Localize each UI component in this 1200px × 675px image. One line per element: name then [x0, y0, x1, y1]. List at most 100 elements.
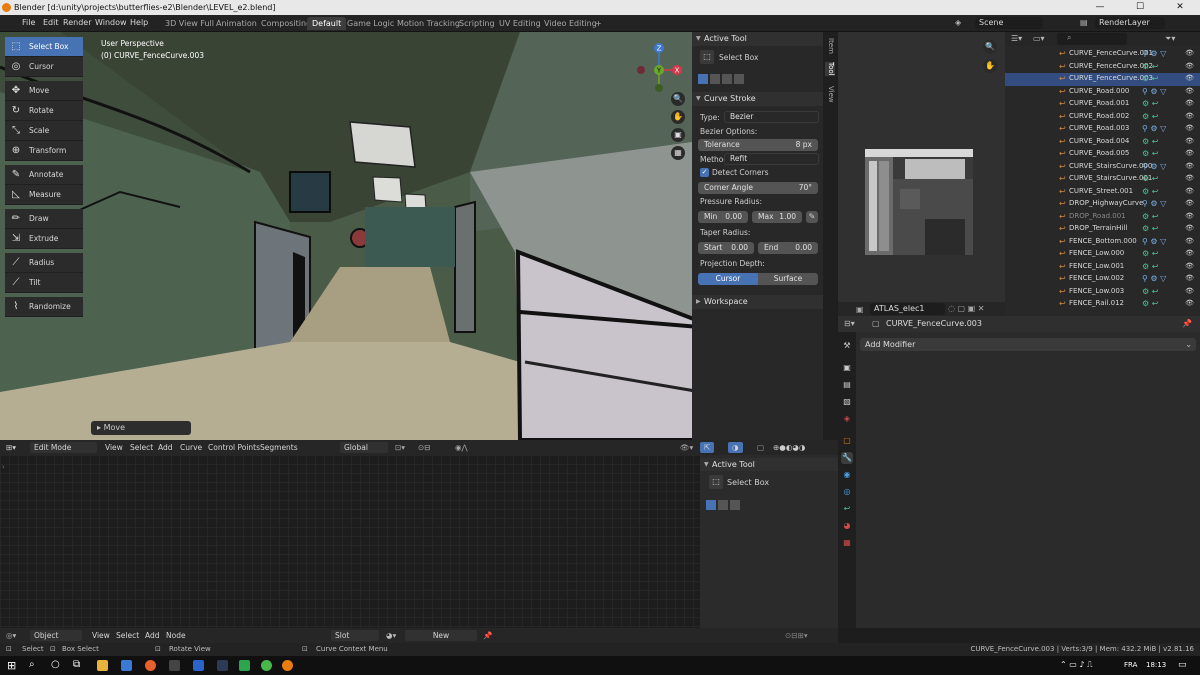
corner-angle-field[interactable]: Corner Angle 70° [698, 182, 818, 194]
visibility-eye-icon[interactable]: 👁 [1185, 237, 1194, 245]
menu-window[interactable]: Window [95, 18, 127, 27]
modifier-wrench-icon[interactable]: 🔧 [841, 452, 853, 464]
tool-randomize[interactable]: ⌇ Randomize [5, 297, 83, 317]
new-material-button[interactable]: New [405, 630, 477, 641]
pressure-max-field[interactable]: Max 1.00 [752, 211, 802, 223]
mode-set-icon[interactable] [698, 74, 708, 84]
node-selection-mode-icons[interactable] [706, 500, 746, 512]
notification-icon[interactable]: ▭ [1178, 660, 1187, 670]
visibility-eye-icon[interactable]: 👁 [1185, 199, 1194, 207]
menu-view[interactable]: View [105, 442, 123, 453]
steam-icon[interactable] [217, 660, 228, 671]
view-layer-tab-icon[interactable]: ▧ [841, 396, 853, 408]
curve-stroke-section[interactable]: ▼ Curve Stroke [692, 92, 823, 106]
tool-select-box[interactable]: ⬚ Select Box [5, 37, 83, 57]
modifier-icons[interactable]: ⚙ ↩ [1142, 112, 1158, 121]
menu-add[interactable]: Add [158, 442, 173, 453]
modifier-icons[interactable]: ⚲ ⚙ ▽ [1142, 199, 1166, 208]
3d-viewport[interactable]: ⬚ Select Box ◎ Cursor ✥ Move ↻ Rotate ⤡ Scale… [0, 32, 692, 455]
modifier-icons[interactable]: ⚙ ↩ [1142, 149, 1158, 158]
properties-editor-icon[interactable]: ⊟▾ [844, 319, 855, 328]
gizmo-toggle-icon[interactable]: ⇱ [700, 442, 715, 453]
chat-app-icon[interactable] [261, 660, 272, 671]
maximize-button[interactable]: ☐ [1120, 0, 1160, 15]
visibility-eye-icon[interactable]: 👁 [1185, 299, 1194, 307]
visibility-eye-icon[interactable]: 👁 [1185, 287, 1194, 295]
zoom-icon[interactable]: 🔍 [671, 92, 685, 106]
selection-mode-icons[interactable] [698, 74, 758, 86]
type-dropdown[interactable]: Bezier [724, 111, 819, 123]
firefox-icon[interactable] [145, 660, 156, 671]
tool-extrude[interactable]: ⇲ Extrude [5, 229, 83, 249]
menu-control-points[interactable]: Control Points [208, 442, 260, 453]
outliner-row[interactable]: ↩ FENCE_Low.002 ⚲ ⚙ ▽ 👁 [1005, 273, 1200, 286]
tool-cursor[interactable]: ◎ Cursor [5, 57, 83, 77]
modifier-icons[interactable]: ⚙ ↩ [1142, 137, 1158, 146]
orientation-selector[interactable]: Global [340, 442, 388, 453]
visibility-eye-icon[interactable]: 👁 [1185, 162, 1194, 170]
tool-draw[interactable]: ✏ Draw [5, 209, 83, 229]
select-box-tool-icon[interactable]: ⬚ [700, 50, 714, 64]
node-menu-view[interactable]: View [92, 630, 110, 641]
proportional-edit-icon[interactable]: ◉⋀ [455, 442, 468, 453]
physics-tab-icon[interactable]: ◎ [841, 486, 853, 498]
mail-icon[interactable] [121, 660, 132, 671]
windows-start-icon[interactable]: ⊞ [7, 659, 16, 672]
tab-view[interactable]: View [825, 86, 835, 103]
eyedropper-icon[interactable]: ✎ [806, 211, 818, 223]
select-box-tool-icon[interactable]: ⬚ [709, 475, 723, 489]
material-slot-selector[interactable]: Slot [331, 630, 379, 641]
outliner-row[interactable]: ↩ FENCE_Bottom.000 ⚲ ⚙ ▽ 👁 [1005, 236, 1200, 249]
outliner-search-input[interactable]: ⌕ [1057, 33, 1127, 45]
outliner-editor-icon[interactable]: ☰▾ [1011, 34, 1022, 43]
tool-transform[interactable]: ⊕ Transform [5, 141, 83, 161]
visibility-eye-icon[interactable]: 👁 [1185, 74, 1194, 82]
curve-data-tab-icon[interactable]: ↩ [841, 503, 853, 515]
media-player-icon[interactable] [169, 660, 180, 671]
outliner-row[interactable]: ↩ DROP_HighwayCurve ⚲ ⚙ ▽ 👁 [1005, 198, 1200, 211]
visibility-eye-icon[interactable]: 👁 [1185, 224, 1194, 232]
visibility-eye-icon[interactable]: 👁 [1185, 274, 1194, 282]
tab-game-logic[interactable]: Game Logic [342, 17, 399, 30]
pan-hand-icon[interactable]: ✋ [671, 110, 685, 124]
search-icon[interactable]: ⌕ [29, 659, 35, 670]
last-operator-panel[interactable]: ▸ Move [91, 421, 191, 435]
modifier-icons[interactable]: ⚙ ↩ [1142, 224, 1158, 233]
file-explorer-icon[interactable] [97, 660, 108, 671]
filter-icon[interactable]: ⏷▾ [1165, 34, 1175, 44]
modifier-icons[interactable]: ⚙ ↩ [1142, 299, 1158, 308]
taper-start-field[interactable]: Start 0.00 [698, 242, 754, 254]
tool-settings-tab-icon[interactable]: ⚒ [841, 340, 853, 352]
outliner-row[interactable]: ↩ CURVE_StairsCurve.001 ⚙ ↩ 👁 [1005, 173, 1200, 186]
close-button[interactable]: ✕ [1160, 0, 1200, 15]
scene-tab-icon[interactable]: ◈ [841, 413, 853, 425]
menu-segments[interactable]: Segments [260, 442, 298, 453]
method-dropdown[interactable]: Refit [724, 153, 819, 165]
modifier-icons[interactable]: ⚲ ⚙ ▽ [1142, 124, 1166, 133]
app-icon-green[interactable] [239, 660, 250, 671]
visibility-eye-icon[interactable]: 👁 [1185, 187, 1194, 195]
shading-modes-icon[interactable]: ⊕●◐◕◑ [773, 442, 805, 453]
modifier-icons[interactable]: ⚙ ↩ [1142, 187, 1158, 196]
xray-icon[interactable]: ▢ [757, 442, 764, 453]
render-tab-icon[interactable]: ▣ [841, 362, 853, 374]
outliner-row[interactable]: ↩ CURVE_FenceCurve.003 ⚙ ↩ 👁 [1005, 73, 1200, 86]
navigation-gizmo[interactable]: Z X Y [632, 38, 688, 98]
visibility-eye-icon[interactable]: 👁 [1185, 262, 1194, 270]
add-modifier-dropdown[interactable]: Add Modifier ⌄ [860, 338, 1196, 351]
mode-subtract-icon[interactable] [722, 74, 732, 84]
display-mode-icon[interactable]: ▭▾ [1033, 34, 1045, 43]
outliner-row[interactable]: ↩ FENCE_Low.003 ⚙ ↩ 👁 [1005, 286, 1200, 299]
particles-tab-icon[interactable]: ◉ [841, 469, 853, 481]
visibility-eye-icon[interactable]: 👁 [1185, 124, 1194, 132]
outliner-row[interactable]: ↩ CURVE_FenceCurve.001 ⚲ ⚙ ▽ 👁 [1005, 48, 1200, 61]
material-browse-icon[interactable]: ◕▾ [386, 630, 396, 641]
modifier-icons[interactable]: ⚲ ⚙ ▽ [1142, 87, 1166, 96]
add-workspace-button[interactable]: + [590, 17, 607, 30]
clock[interactable]: 18:13 [1146, 661, 1166, 669]
modifier-icons[interactable]: ⚙ ↩ [1142, 287, 1158, 296]
projection-cursor-button[interactable]: Cursor [698, 273, 758, 285]
menu-render[interactable]: Render [63, 18, 91, 27]
tolerance-field[interactable]: Tolerance 8 px [698, 139, 818, 151]
outliner-row[interactable]: ↩ CURVE_StairsCurve.000 ⚲ ⚙ ▽ 👁 [1005, 161, 1200, 174]
